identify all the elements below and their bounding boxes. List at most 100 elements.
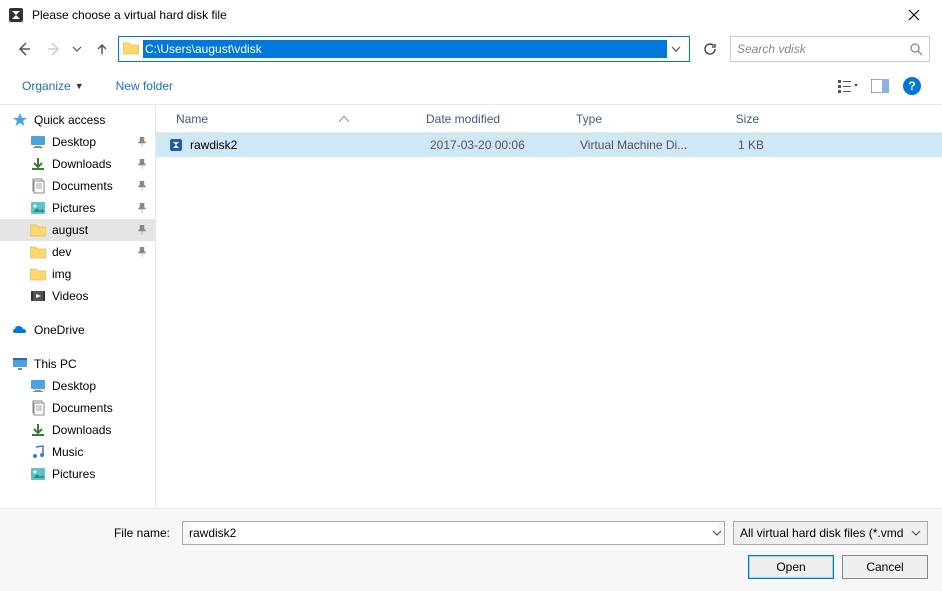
navigation-bar [0, 30, 942, 68]
pictures-icon [30, 200, 46, 216]
cancel-button[interactable]: Cancel [842, 555, 928, 579]
pin-icon [137, 181, 147, 191]
star-icon [12, 112, 28, 128]
file-list-pane: Name Date modified Type Size rawdisk2201… [156, 105, 942, 508]
window-title: Please choose a virtual hard disk file [32, 8, 894, 22]
open-button[interactable]: Open [748, 555, 834, 579]
filetype-select[interactable]: All virtual hard disk files (*.vmd [733, 521, 928, 545]
vmdk-icon [168, 137, 184, 153]
column-name-label: Name [176, 112, 208, 126]
file-date: 2017-03-20 00:06 [422, 138, 572, 152]
sidebar-item-music[interactable]: Music [0, 441, 155, 463]
column-headers: Name Date modified Type Size [156, 105, 942, 133]
folder-icon [30, 244, 46, 260]
window-titlebar: Please choose a virtual hard disk file [0, 0, 942, 30]
sort-arrow-icon [339, 116, 349, 122]
navigation-sidebar[interactable]: Quick accessDesktopDownloadsDocumentsPic… [0, 105, 155, 508]
sidebar-item-pictures[interactable]: Pictures [0, 197, 155, 219]
preview-pane-icon [871, 79, 889, 93]
folder-icon [30, 266, 46, 282]
pin-icon [137, 137, 147, 147]
file-rows-container: rawdisk22017-03-20 00:06Virtual Machine … [156, 133, 942, 157]
pc-icon [12, 356, 28, 372]
dialog-footer: File name: All virtual hard disk files (… [0, 508, 942, 591]
column-size[interactable]: Size [698, 112, 768, 126]
forward-button[interactable] [42, 37, 66, 61]
back-button[interactable] [12, 37, 36, 61]
sidebar-quick-access[interactable]: Quick access [0, 109, 155, 131]
preview-pane-button[interactable] [866, 74, 894, 98]
sidebar-onedrive[interactable]: OneDrive [0, 319, 155, 341]
column-date[interactable]: Date modified [418, 112, 568, 126]
filename-input[interactable] [189, 522, 718, 544]
downloads-icon [30, 156, 46, 172]
sidebar-item-downloads[interactable]: Downloads [0, 153, 155, 175]
chevron-down-icon [72, 44, 82, 54]
arrow-up-icon [95, 42, 109, 56]
close-button[interactable] [894, 0, 934, 30]
app-icon [8, 7, 24, 23]
chevron-down-icon [671, 44, 681, 54]
help-icon: ? [903, 77, 921, 95]
sidebar-item-dev[interactable]: dev [0, 241, 155, 263]
pin-icon [137, 247, 147, 257]
arrow-left-icon [16, 41, 32, 57]
desktop-icon [30, 378, 46, 394]
folder-icon [123, 41, 139, 57]
organize-button[interactable]: Organize ▼ [16, 75, 90, 97]
sidebar-item-desktop[interactable]: Desktop [0, 131, 155, 153]
new-folder-button[interactable]: New folder [110, 75, 179, 97]
pin-icon [137, 203, 147, 213]
search-box[interactable] [730, 36, 930, 62]
sidebar-item-august[interactable]: august [0, 219, 155, 241]
sidebar-item-documents[interactable]: Documents [0, 397, 155, 419]
up-button[interactable] [92, 37, 112, 61]
help-button[interactable]: ? [898, 74, 926, 98]
filename-label: File name: [14, 526, 174, 540]
onedrive-icon [12, 322, 28, 338]
folder-icon [30, 222, 46, 238]
search-icon [909, 42, 923, 56]
view-options-button[interactable] [834, 74, 862, 98]
view-icon [838, 79, 858, 93]
sidebar-item-videos[interactable]: Videos [0, 285, 155, 307]
desktop-icon [30, 134, 46, 150]
sidebar-item-downloads[interactable]: Downloads [0, 419, 155, 441]
sidebar-item-img[interactable]: img [0, 263, 155, 285]
organize-label: Organize [22, 79, 71, 93]
refresh-icon [703, 42, 717, 56]
pin-icon [137, 225, 147, 235]
sidebar-item-documents[interactable]: Documents [0, 175, 155, 197]
sidebar-this-pc[interactable]: This PC [0, 353, 155, 375]
documents-icon [30, 400, 46, 416]
search-input[interactable] [737, 42, 909, 56]
sidebar-item-pictures[interactable]: Pictures [0, 463, 155, 485]
file-size: 1 KB [702, 138, 772, 152]
chevron-down-icon: ▼ [75, 81, 84, 91]
refresh-button[interactable] [696, 36, 724, 62]
column-type[interactable]: Type [568, 112, 698, 126]
pictures-icon [30, 466, 46, 482]
recent-locations-button[interactable] [72, 44, 86, 54]
close-icon [908, 9, 920, 21]
sidebar-item-desktop[interactable]: Desktop [0, 375, 155, 397]
documents-icon [30, 178, 46, 194]
file-name: rawdisk2 [190, 138, 422, 152]
chevron-down-icon [712, 528, 722, 538]
filename-input-wrapper[interactable] [182, 521, 725, 545]
videos-icon [30, 288, 46, 304]
music-icon [30, 444, 46, 460]
address-bar[interactable] [118, 36, 690, 62]
filetype-label: All virtual hard disk files (*.vmd [740, 526, 903, 540]
file-type: Virtual Machine Di... [572, 138, 702, 152]
filename-dropdown-button[interactable] [712, 528, 722, 538]
chevron-down-icon [911, 528, 921, 538]
downloads-icon [30, 422, 46, 438]
new-folder-label: New folder [116, 79, 173, 93]
pin-icon [137, 159, 147, 169]
arrow-right-icon [46, 41, 62, 57]
file-row[interactable]: rawdisk22017-03-20 00:06Virtual Machine … [156, 133, 942, 157]
address-input[interactable] [143, 40, 667, 58]
address-dropdown-button[interactable] [667, 44, 685, 54]
column-name[interactable]: Name [168, 112, 418, 126]
